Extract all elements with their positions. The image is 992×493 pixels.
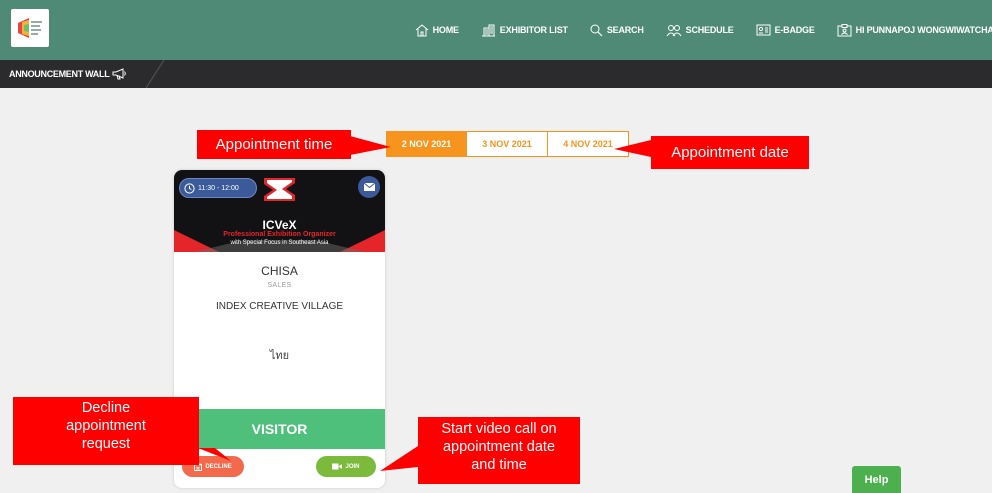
search-icon [590,24,603,36]
home-icon [415,23,428,36]
contact-name: CHISA [261,264,298,278]
nav-user-label: HI PUNNAPOJ WONGWIWATCHAI [855,25,992,35]
join-video-button[interactable]: JOIN [316,456,376,477]
exhibitor-brand: ICVeX [262,218,297,232]
nav-exhibitor-list-label: EXHIBITOR LIST [499,25,568,35]
contact-role: SALES [267,282,292,289]
callout-decline-line2: appointment [66,418,146,435]
clock-icon [184,182,195,194]
help-button[interactable]: Help [852,466,901,493]
app-root: { "nav": { "home": "HOME", "exhibitor_li… [0,0,992,493]
callout-decline-line3: request [81,436,131,453]
callout-appointment-time: Appointment time [197,130,351,159]
callout-video-line3: and time [471,457,527,474]
callout-video-call: Start video call on appointment date and… [418,417,580,484]
nav-ebadge[interactable]: E-BADGE [756,24,815,36]
nav-search[interactable]: SEARCH [590,24,644,37]
exhibitor-tagline: Professional Exhibition Organizer [223,231,336,238]
nav-schedule[interactable]: SCHEDULE [666,24,734,37]
people-icon [666,24,682,36]
date-tabs: 2 NOV 2021 3 NOV 2021 4 NOV 2021 [386,131,629,157]
message-button[interactable] [358,176,380,198]
video-camera-icon [332,463,343,470]
site-logo[interactable] [11,9,49,47]
nav-search-label: SEARCH [606,25,644,35]
callout-video-line1: Start video call on [441,421,557,437]
appointment-card: 11:30 - 12:00 ICVeX Professional Exhibit… [174,170,385,488]
help-button-label: Help [864,473,889,486]
callout-video-line2: appointment date [442,439,556,456]
badge-icon [756,24,771,36]
main-nav: HOME EXHIBITOR LIST SEARCH SCHEDULE E-BA… [393,0,992,60]
appointment-time-badge: 11:30 - 12:00 [179,178,257,198]
join-button-label: JOIN [345,463,360,470]
id-card-icon [837,23,852,36]
nav-user-profile[interactable]: HI PUNNAPOJ WONGWIWATCHAI [837,23,992,37]
nav-schedule-label: SCHEDULE [685,25,734,35]
tab-date-1[interactable]: 2 NOV 2021 [386,131,467,157]
tab-date-2[interactable]: 3 NOV 2021 [467,131,548,157]
nav-exhibitor-list[interactable]: EXHIBITOR LIST [481,24,568,37]
tab-date-3[interactable]: 4 NOV 2021 [548,131,629,157]
pointer-join [380,446,418,471]
callout-decline-line1: Decline [81,400,131,416]
contact-country: ไทย [269,350,290,362]
callout-decline: Decline appointment request [13,397,199,465]
decline-button-label: DECLINE [205,463,232,470]
visitor-type-bar: VISITOR [174,409,385,449]
exhibitor-banner: 11:30 - 12:00 ICVeX Professional Exhibit… [174,170,385,252]
nav-home-label: HOME [432,25,459,35]
callout-appointment-date-text: Appointment date [671,144,789,161]
callout-appointment-time-text: Appointment time [215,136,333,153]
nav-ebadge-label: E-BADGE [774,25,815,35]
contact-company: INDEX CREATIVE VILLAGE [215,301,344,312]
top-navigation-bar: HOME EXHIBITOR LIST SEARCH SCHEDULE E-BA… [0,0,992,60]
announcement-wall-link[interactable]: ANNOUNCEMENT WALL [0,60,160,88]
building-icon [481,24,495,36]
envelope-icon [363,183,375,191]
exhibitor-subtagline: with Special Focus in Southeast Asia [230,240,329,246]
nav-home[interactable]: HOME [415,23,459,37]
announcement-wall-label: ANNOUNCEMENT WALL [9,69,110,79]
pointer-appointment-time [350,136,391,155]
visitor-type-label: VISITOR [251,421,308,437]
megaphone-icon [112,68,127,80]
callout-appointment-date: Appointment date [651,136,809,169]
appointment-time-text: 11:30 - 12:00 [198,184,239,192]
